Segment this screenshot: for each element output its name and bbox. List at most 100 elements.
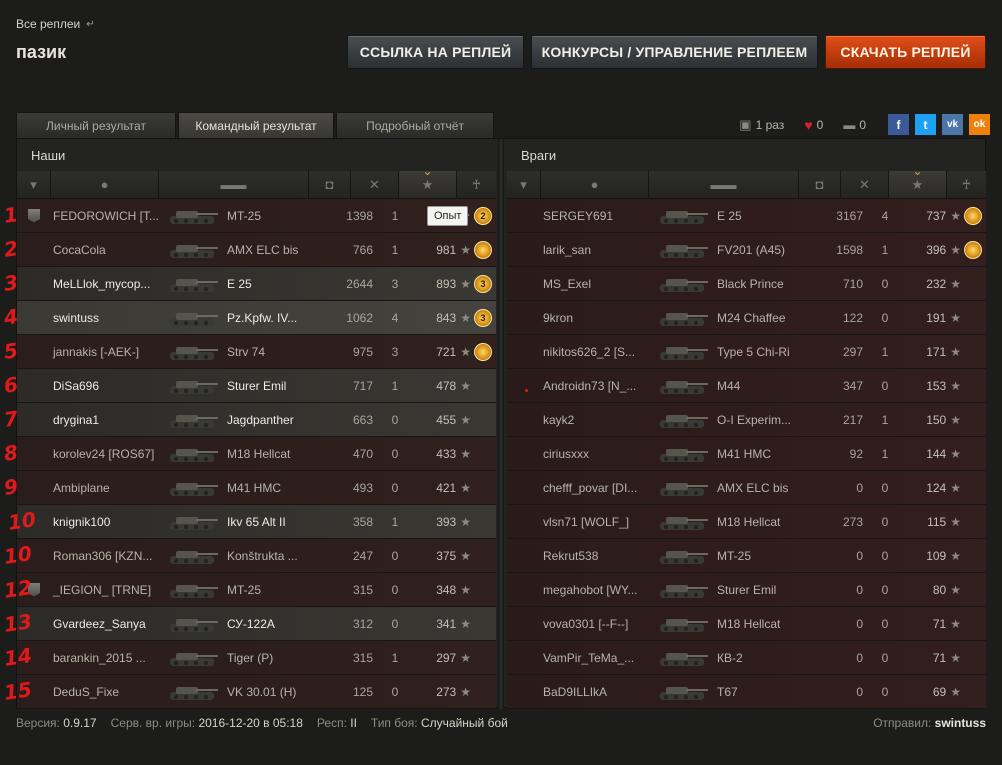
player-row[interactable]: SERGEY691 E 25 3167 4 737 ★ <box>507 199 986 233</box>
tank-name: E 25 <box>227 276 252 291</box>
damage-column-icon[interactable]: ◘ <box>799 171 841 198</box>
player-row[interactable]: BaD9ILLIkA T67 0 0 69 ★ <box>507 675 986 709</box>
player-name[interactable]: vlsn71 [WOLF_] <box>541 515 653 529</box>
player-row[interactable]: larik_san FV201 (A45) 1598 1 396 ★ <box>507 233 986 267</box>
rank-column-icon[interactable]: ▾ <box>17 171 51 198</box>
vk-share-icon[interactable]: vk <box>942 114 963 135</box>
player-name[interactable]: korolev24 [ROS67] <box>51 447 163 461</box>
player-name[interactable]: vova0301 [--F--] <box>541 617 653 631</box>
medal-icon[interactable] <box>474 240 492 259</box>
experience-cell: 721 ★ <box>417 345 471 359</box>
player-name[interactable]: MeLLlok_mycop... <box>51 277 163 291</box>
breadcrumb[interactable]: Все реплеи ↵ <box>16 17 95 31</box>
player-row[interactable]: megahobot [WY... Sturer Emil 0 0 80 ★ <box>507 573 986 607</box>
ok-share-icon[interactable]: ok <box>969 114 990 135</box>
player-row[interactable]: nikitos626_2 [S... Type 5 Chi-Ri 297 1 171 ★ <box>507 335 986 369</box>
player-name[interactable]: CocaCola <box>51 243 163 257</box>
player-name[interactable]: VamPir_TeMa_... <box>541 651 653 665</box>
rank-column-icon[interactable]: ▾ <box>507 171 541 198</box>
medal-icon[interactable]: 3 <box>474 274 492 293</box>
player-name[interactable]: DeduS_Fixe <box>51 685 163 699</box>
medal-icon[interactable] <box>964 206 982 225</box>
tank-column-icon[interactable]: ▬▬ <box>649 171 799 198</box>
player-row[interactable]: VamPir_TeMa_... КВ-2 0 0 71 ★ <box>507 641 986 675</box>
player-name[interactable]: FEDOROWICH [T... <box>51 209 163 223</box>
player-name[interactable]: kayk2 <box>541 413 653 427</box>
player-name[interactable]: barankin_2015 ... <box>51 651 163 665</box>
player-name[interactable]: MS_Exel <box>541 277 653 291</box>
player-name[interactable]: SERGEY691 <box>541 209 653 223</box>
player-row[interactable]: barankin_2015 ... Tiger (P) 315 1 297 ★ <box>17 641 496 675</box>
player-name[interactable]: Roman306 [KZN... <box>51 549 163 563</box>
player-name[interactable]: larik_san <box>541 243 653 257</box>
player-row[interactable]: kayk2 O-I Experim... 217 1 150 ★ <box>507 403 986 437</box>
player-name[interactable]: nikitos626_2 [S... <box>541 345 653 359</box>
heart-icon[interactable]: ♥ <box>804 117 812 133</box>
medal-icon[interactable] <box>964 240 982 259</box>
player-name[interactable]: BaD9ILLIkA <box>541 685 653 699</box>
sender-name[interactable]: swintuss <box>935 716 986 730</box>
player-row[interactable]: _IEGION_ [TRNE] MT-25 315 0 348 ★ <box>17 573 496 607</box>
player-row[interactable]: CocaCola AMX ELC bis 766 1 981 ★ <box>17 233 496 267</box>
damage-column-icon[interactable]: ◘ <box>309 171 351 198</box>
medal-icon[interactable]: 3 <box>474 308 492 327</box>
player-row[interactable]: ciriusxxx M41 HMC 92 1 144 ★ <box>507 437 986 471</box>
breadcrumb-link[interactable]: Все реплеи <box>16 17 80 31</box>
tab-detailed-report[interactable]: Подробный отчёт <box>336 112 494 138</box>
player-row[interactable]: Roman306 [KZN... Konštrukta ... 247 0 375 ★ <box>17 539 496 573</box>
player-name[interactable]: Ambiplane <box>51 481 163 495</box>
player-name[interactable]: Rekrut538 <box>541 549 653 563</box>
kills-column-icon[interactable]: ✕ <box>351 171 399 198</box>
player-name[interactable]: ciriusxxx <box>541 447 653 461</box>
player-name[interactable]: Androidn73 [N_... <box>541 379 653 393</box>
player-row[interactable]: knignik100 Ikv 65 Alt II 358 1 393 ★ <box>17 505 496 539</box>
player-row[interactable]: DiSa696 Sturer Emil 717 1 478 ★ <box>17 369 496 403</box>
player-row[interactable]: vlsn71 [WOLF_] M18 Hellcat 273 0 115 ★ <box>507 505 986 539</box>
player-row[interactable]: Androidn73 [N_... M44 347 0 153 ★ <box>507 369 986 403</box>
player-name[interactable]: chefff_povar [DI... <box>541 481 653 495</box>
player-row[interactable]: swintuss Pz.Kpfw. IV... 1062 4 843 ★ 3 <box>17 301 496 335</box>
medal-column-icon[interactable]: ♰ <box>457 171 496 198</box>
medal-icon[interactable]: 2 <box>474 206 492 225</box>
kills-value: 0 <box>391 616 399 631</box>
player-row[interactable]: FEDOROWICH [T...MT-2513981117★2 <box>17 199 496 233</box>
medal-column-icon[interactable]: ♰ <box>947 171 986 198</box>
kills-column-icon[interactable]: ✕ <box>841 171 889 198</box>
player-row[interactable]: Rekrut538 MT-25 0 0 109 ★ <box>507 539 986 573</box>
player-name[interactable]: jannakis [-AEK-] <box>51 345 163 359</box>
player-column-icon[interactable]: ● <box>51 171 159 198</box>
player-name[interactable]: _IEGION_ [TRNE] <box>51 583 163 597</box>
player-row[interactable]: korolev24 [ROS67] M18 Hellcat 470 0 433 ★ <box>17 437 496 471</box>
player-column-icon[interactable]: ● <box>541 171 649 198</box>
player-name[interactable]: Gvardeez_Sanya <box>51 617 163 631</box>
player-row[interactable]: MS_Exel Black Prince 710 0 232 ★ <box>507 267 986 301</box>
player-row[interactable]: Ambiplane M41 HMC 493 0 421 ★ <box>17 471 496 505</box>
experience-column-icon[interactable]: ★ <box>399 171 457 198</box>
player-row[interactable]: MeLLlok_mycop... E 25 2644 3 893 ★ 3 <box>17 267 496 301</box>
player-row[interactable]: jannakis [-AEK-] Strv 74 975 3 721 ★ <box>17 335 496 369</box>
player-name[interactable]: drygina1 <box>51 413 163 427</box>
player-row[interactable]: drygina1 Jagdpanther 663 0 455 ★ <box>17 403 496 437</box>
medal-cell <box>471 342 495 361</box>
player-name[interactable]: megahobot [WY... <box>541 583 653 597</box>
contests-manage-button[interactable]: КОНКУРСЫ / УПРАВЛЕНИЕ РЕПЛЕЕМ <box>531 35 818 69</box>
kills-value: 0 <box>881 548 889 563</box>
tab-personal-result[interactable]: Личный результат <box>16 112 176 138</box>
experience-column-icon[interactable]: ★ <box>889 171 947 198</box>
medal-icon[interactable] <box>474 342 492 361</box>
tab-team-result[interactable]: Командный результат <box>178 112 334 138</box>
player-name[interactable]: 9kron <box>541 311 653 325</box>
player-row[interactable]: DeduS_Fixe VK 30.01 (H) 125 0 273 ★ <box>17 675 496 709</box>
player-name[interactable]: DiSa696 <box>51 379 163 393</box>
player-row[interactable]: vova0301 [--F--] M18 Hellcat 0 0 71 ★ <box>507 607 986 641</box>
player-row[interactable]: 9kron M24 Chaffee 122 0 191 ★ <box>507 301 986 335</box>
player-name[interactable]: knignik100 <box>51 515 163 529</box>
tank-column-icon[interactable]: ▬▬ <box>159 171 309 198</box>
twitter-share-icon[interactable]: t <box>915 114 936 135</box>
facebook-share-icon[interactable]: f <box>888 114 909 135</box>
player-row[interactable]: chefff_povar [DI... AMX ELC bis 0 0 124 ★ <box>507 471 986 505</box>
replay-link-button[interactable]: ССЫЛКА НА РЕПЛЕЙ <box>347 35 524 69</box>
player-name[interactable]: swintuss <box>51 311 163 325</box>
player-row[interactable]: Gvardeez_Sanya СУ-122А 312 0 341 ★ <box>17 607 496 641</box>
download-replay-button[interactable]: СКАЧАТЬ РЕПЛЕЙ <box>825 35 986 69</box>
